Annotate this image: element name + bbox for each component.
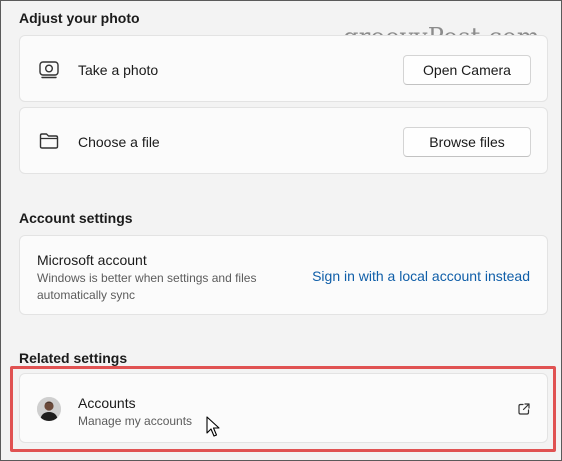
section-title-account-settings: Account settings xyxy=(19,210,133,226)
choose-file-label: Choose a file xyxy=(78,134,160,150)
choose-file-card: Choose a file Browse files xyxy=(19,107,548,174)
open-camera-button[interactable]: Open Camera xyxy=(403,55,531,85)
take-photo-label: Take a photo xyxy=(78,62,159,78)
microsoft-account-card: Microsoft account Windows is better when… xyxy=(19,235,548,315)
section-title-adjust-photo: Adjust your photo xyxy=(19,10,140,26)
microsoft-account-description-line1: Windows is better when settings and file… xyxy=(37,271,257,285)
camera-icon xyxy=(38,58,60,80)
highlight-box xyxy=(10,366,556,452)
microsoft-account-title: Microsoft account xyxy=(37,252,147,268)
folder-icon xyxy=(38,130,60,152)
settings-window: groovyPost.com Adjust your photo Take a … xyxy=(0,0,562,461)
take-photo-card: Take a photo Open Camera xyxy=(19,35,548,102)
browse-files-button[interactable]: Browse files xyxy=(403,127,531,157)
section-title-related-settings: Related settings xyxy=(19,350,128,366)
microsoft-account-description: Windows is better when settings and file… xyxy=(37,270,256,304)
mouse-cursor-icon xyxy=(206,416,222,438)
sign-in-local-account-link[interactable]: Sign in with a local account instead xyxy=(312,268,530,284)
microsoft-account-description-line2: automatically sync xyxy=(37,288,136,302)
